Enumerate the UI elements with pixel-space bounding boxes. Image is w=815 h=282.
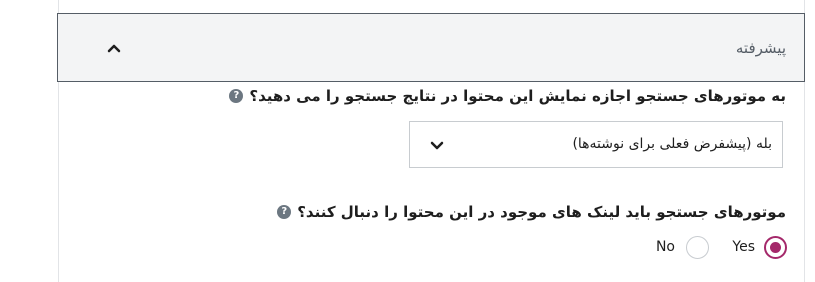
question-mark-icon[interactable]: ? (277, 205, 292, 219)
panel-border-top (58, 0, 805, 13)
follow-links-radio-group: Yes No (0, 236, 815, 260)
follow-links-question: موتورهای جستجو باید لینک های موجود در ای… (277, 203, 786, 221)
follow-links-label: موتورهای جستجو باید لینک های موجود در ای… (297, 203, 786, 221)
radio-yes[interactable] (764, 236, 787, 259)
question-mark-icon[interactable]: ? (229, 89, 244, 103)
chevron-down-icon (430, 141, 444, 150)
advanced-section-toggle[interactable]: پیشرفته (57, 13, 805, 82)
search-visibility-select-value: بله (پیشفرض فعلی برای نوشته‌ها) (572, 136, 772, 152)
search-visibility-question: به موتورهای جستجو اجازه نمایش این محتوا … (229, 87, 786, 105)
radio-option-no[interactable]: No (649, 236, 709, 260)
chevron-up-icon (107, 44, 121, 53)
advanced-section-title: پیشرفته (735, 39, 786, 57)
radio-yes-label: Yes (732, 239, 755, 255)
search-visibility-select[interactable]: بله (پیشفرض فعلی برای نوشته‌ها) (409, 121, 783, 168)
radio-no[interactable] (686, 236, 709, 259)
radio-option-yes[interactable]: Yes (727, 236, 787, 260)
radio-no-label: No (655, 239, 675, 255)
search-visibility-label: به موتورهای جستجو اجازه نمایش این محتوا … (249, 87, 786, 105)
